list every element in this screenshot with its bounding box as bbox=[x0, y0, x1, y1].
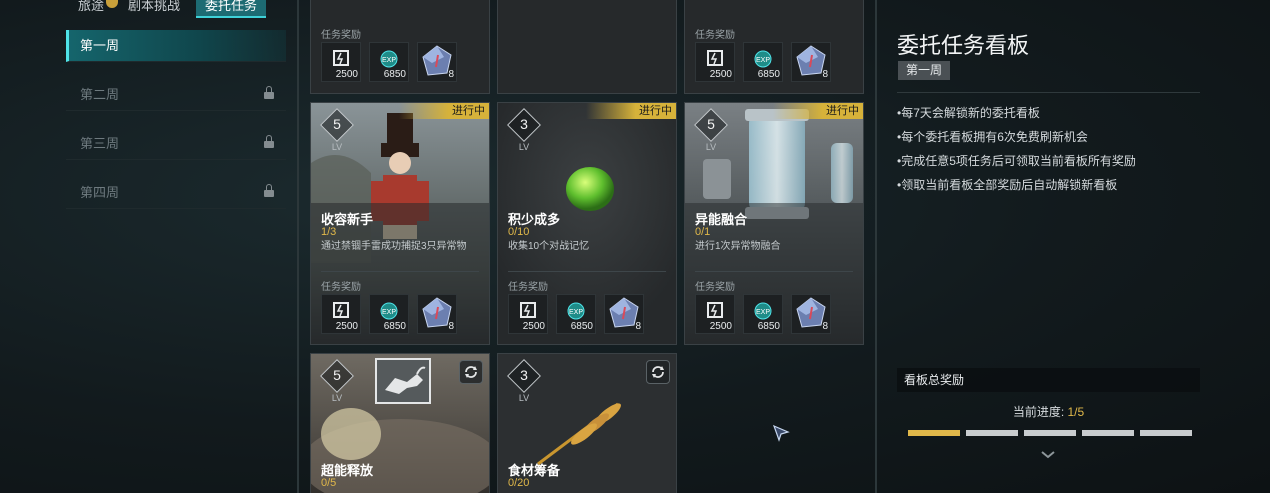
chevron-down-icon[interactable] bbox=[1040, 449, 1056, 461]
task-card[interactable]: 进行中 5 LV 收容新手 1/3 通过禁锢手雷成功捕捉3只异常物 任务奖励 25… bbox=[310, 102, 490, 345]
progress-segment bbox=[908, 430, 960, 436]
total-reward-header: 看板总奖励 bbox=[897, 368, 1200, 392]
svg-text:EXP: EXP bbox=[382, 309, 396, 316]
level-badge: 5 LV bbox=[319, 359, 355, 410]
crystal-icon: 8 bbox=[417, 42, 457, 82]
status-badge: 进行中 bbox=[399, 103, 489, 119]
task-card-partial[interactable]: 任务奖励 2500 EXP 6850 8 bbox=[684, 0, 864, 94]
exp-icon: EXP 6850 bbox=[743, 294, 783, 334]
refresh-button[interactable] bbox=[459, 360, 483, 384]
svg-text:EXP: EXP bbox=[756, 309, 770, 316]
task-description: 进行1次异常物融合 bbox=[695, 241, 781, 252]
crystal-icon: 8 bbox=[604, 294, 644, 334]
task-card-partial[interactable]: 任务奖励 2500 EXP 6850 8 bbox=[310, 0, 490, 94]
task-card[interactable]: 5 LV 超能释放 0/5 bbox=[310, 353, 490, 493]
stamina-icon: 2500 bbox=[321, 294, 361, 334]
stamina-icon: 2500 bbox=[508, 294, 548, 334]
exp-icon: EXP 6850 bbox=[556, 294, 596, 334]
crystal-icon: 8 bbox=[791, 294, 831, 334]
task-progress: 1/3 bbox=[321, 226, 337, 238]
divider bbox=[897, 92, 1200, 93]
exp-icon: EXP 6850 bbox=[369, 42, 409, 82]
task-card[interactable]: 3 LV 食材筹备 0/20 bbox=[497, 353, 677, 493]
reward-label: 任务奖励 bbox=[695, 30, 735, 41]
progress-segment bbox=[966, 430, 1018, 436]
svg-text:EXP: EXP bbox=[382, 57, 396, 64]
rule-text: •每个委托看板拥有6次免费刷新机会 bbox=[897, 130, 1088, 144]
level-badge: 3 LV bbox=[506, 108, 542, 159]
reward-label: 任务奖励 bbox=[508, 282, 548, 293]
page-title: 委托任务看板 bbox=[897, 33, 1030, 58]
svg-text:EXP: EXP bbox=[569, 309, 583, 316]
sidebar-item-week-2[interactable]: 第二周 bbox=[66, 79, 286, 111]
tab-commission-tasks[interactable]: 委托任务 bbox=[196, 0, 267, 18]
reward-label: 任务奖励 bbox=[695, 282, 735, 293]
exp-icon: EXP 6850 bbox=[743, 42, 783, 82]
stamina-icon: 2500 bbox=[321, 42, 361, 82]
crystal-icon: 8 bbox=[417, 294, 457, 334]
rule-text: •领取当前看板全部奖励后自动解锁新看板 bbox=[897, 178, 1118, 192]
progress-segment bbox=[1024, 430, 1076, 436]
task-description: 通过禁锢手雷成功捕捉3只异常物 bbox=[321, 241, 467, 252]
level-badge: 5 LV bbox=[319, 108, 355, 159]
tab-journey[interactable]: 旅途 bbox=[78, 0, 119, 18]
stamina-icon: 2500 bbox=[695, 42, 735, 82]
exp-icon: EXP 6850 bbox=[369, 294, 409, 334]
week-label: 第一周 bbox=[80, 38, 120, 53]
coin-icon bbox=[106, 0, 119, 8]
rule-text: •完成任意5项任务后可领取当前看板所有奖励 bbox=[897, 154, 1136, 168]
tab-script-challenge[interactable]: 剧本挑战 bbox=[128, 0, 180, 18]
week-label: 第三周 bbox=[80, 136, 120, 151]
progress-segment bbox=[1140, 430, 1192, 436]
level-badge: 5 LV bbox=[693, 108, 729, 159]
week-label: 第四周 bbox=[80, 185, 120, 200]
progress-segment bbox=[1082, 430, 1134, 436]
stamina-icon: 2500 bbox=[695, 294, 735, 334]
task-card-partial[interactable] bbox=[497, 0, 677, 94]
week-sidebar: 第一周 第二周 第三周 第四周 bbox=[66, 30, 286, 226]
task-progress: 0/5 bbox=[321, 477, 337, 489]
divider bbox=[875, 0, 877, 493]
divider bbox=[297, 0, 299, 493]
goat-icon bbox=[375, 358, 431, 404]
divider bbox=[321, 271, 479, 272]
task-description: 收集10个对战记忆 bbox=[508, 241, 590, 252]
sidebar-item-week-1[interactable]: 第一周 bbox=[66, 30, 286, 62]
divider bbox=[695, 271, 853, 272]
lock-icon bbox=[264, 184, 274, 197]
refresh-button[interactable] bbox=[646, 360, 670, 384]
task-card[interactable]: 进行中 5 LV 异能融合 0/1 进行1次异常物融合 任务奖励 2500 EXP… bbox=[684, 102, 864, 345]
task-progress: 0/10 bbox=[508, 226, 530, 238]
sidebar-item-week-4[interactable]: 第四周 bbox=[66, 177, 286, 209]
current-progress: 当前进度: 1/5 bbox=[1012, 405, 1085, 419]
task-card[interactable]: 进行中 3 LV 积少成多 0/10 收集10个对战记忆 任务奖励 2500 EX… bbox=[497, 102, 677, 345]
week-badge: 第一周 bbox=[898, 61, 951, 80]
svg-text:EXP: EXP bbox=[756, 57, 770, 64]
week-label: 第二周 bbox=[80, 87, 120, 102]
cursor-icon bbox=[772, 424, 790, 442]
reward-label: 任务奖励 bbox=[321, 30, 361, 41]
lock-icon bbox=[264, 135, 274, 148]
status-badge: 进行中 bbox=[773, 103, 863, 119]
task-progress: 0/1 bbox=[695, 226, 711, 238]
level-badge: 3 LV bbox=[506, 359, 542, 410]
reward-label: 任务奖励 bbox=[321, 282, 361, 293]
sidebar-item-week-3[interactable]: 第三周 bbox=[66, 128, 286, 160]
status-badge: 进行中 bbox=[586, 103, 676, 119]
lock-icon bbox=[264, 86, 274, 99]
task-progress: 0/20 bbox=[508, 477, 530, 489]
rule-text: •每7天会解锁新的委托看板 bbox=[897, 106, 1040, 120]
divider bbox=[508, 271, 666, 272]
crystal-icon: 8 bbox=[791, 42, 831, 82]
